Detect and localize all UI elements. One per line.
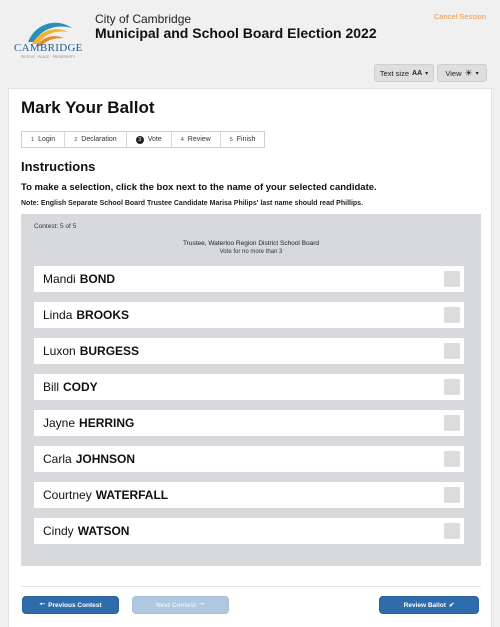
text-size-button[interactable]: Text size AA ▾ [374, 64, 434, 82]
candidate-row[interactable]: Cindy WATSON [34, 518, 464, 544]
view-button[interactable]: View ☀ ▾ [437, 64, 487, 82]
candidate-first-name: Cindy [43, 524, 74, 538]
page-title: Mark Your Ballot [21, 98, 155, 117]
candidate-row[interactable]: Carla JOHNSON [34, 446, 464, 472]
check-icon: ✔ [448, 602, 455, 609]
step-vote: 3 Vote [127, 132, 172, 147]
step-number: 4 [180, 136, 184, 143]
candidate-last-name: JOHNSON [75, 452, 136, 466]
instructions-text: To make a selection, click the box next … [21, 182, 377, 193]
candidate-first-name: Courtney [43, 488, 92, 502]
contest-count: Contest: 5 of 5 [34, 223, 77, 230]
previous-contest-button[interactable]: 🠔 Previous Contest [22, 596, 119, 614]
text-size-label: Text size [379, 68, 410, 78]
view-label: View [445, 68, 462, 78]
candidate-last-name: BOND [79, 272, 116, 286]
arrow-left-icon: 🠔 [39, 600, 46, 608]
step-label: Vote [147, 136, 162, 143]
candidate-row[interactable]: Jayne HERRING [34, 410, 464, 436]
step-number: 1 [31, 136, 35, 143]
next-contest-label: Next Contest [156, 601, 197, 609]
candidate-last-name: BROOKS [76, 308, 130, 322]
candidate-checkbox[interactable] [444, 307, 460, 323]
candidate-first-name: Bill [43, 380, 60, 394]
progress-steps: 1 Login 2 Declaration 3 Vote 4 Review 5 Finis… [21, 131, 266, 148]
candidate-row[interactable]: Bill CODY [34, 374, 464, 400]
candidate-checkbox[interactable] [444, 451, 460, 467]
candidate-note: Note: English Separate School Board Trus… [21, 200, 364, 207]
step-label: Review [187, 136, 211, 143]
candidate-checkbox[interactable] [444, 487, 460, 503]
arrow-right-icon: 🠖 [199, 600, 205, 608]
divider [21, 586, 481, 587]
next-contest-button[interactable]: Next Contest 🠖 [132, 596, 229, 614]
candidate-checkbox[interactable] [444, 343, 460, 359]
step-review: 4 Review [172, 132, 221, 147]
candidate-checkbox[interactable] [444, 271, 460, 287]
candidate-last-name: WATSON [77, 524, 130, 538]
ballot-panel: Mark Your Ballot 1 Login 2 Declaration 3 Vo… [8, 88, 492, 627]
chevron-down-icon: ▾ [425, 70, 429, 77]
step-number: 5 [229, 136, 233, 143]
header: CAMBRIDGE PEOPLE · PLACE · PROSPERITY Ci… [0, 0, 500, 92]
contest-name: Trustee, Waterloo Region District School… [182, 240, 320, 247]
candidate-checkbox[interactable] [444, 523, 460, 539]
candidate-row[interactable]: Courtney WATERFALL [34, 482, 464, 508]
candidate-last-name: CODY [63, 380, 98, 394]
candidate-last-name: HERRING [79, 416, 135, 430]
contrast-icon: ☀ [464, 67, 473, 78]
candidate-checkbox[interactable] [444, 415, 460, 431]
review-ballot-label: Review Ballot [403, 601, 446, 609]
candidate-last-name: WATERFALL [95, 488, 169, 502]
step-finish: 5 Finish [221, 132, 265, 147]
vote-rule: Vote for no more than 3 [219, 249, 283, 255]
instructions-title: Instructions [21, 159, 96, 174]
text-size-icon: AA [412, 69, 423, 77]
contest-box: Contest: 5 of 5 Trustee, Waterloo Region… [21, 214, 481, 566]
cancel-session-link[interactable]: Cancel Session [434, 12, 486, 21]
step-declaration: 2 Declaration [65, 132, 127, 147]
candidate-first-name: Luxon [43, 344, 76, 358]
candidate-last-name: BURGESS [79, 344, 140, 358]
step-login: 1 Login [22, 132, 66, 147]
previous-contest-label: Previous Contest [48, 601, 102, 609]
step-label: Declaration [81, 136, 117, 143]
logo-text: CAMBRIDGE [14, 42, 83, 54]
chevron-down-icon: ▾ [475, 70, 479, 77]
candidate-first-name: Mandi [43, 272, 76, 286]
city-name: City of Cambridge [95, 12, 192, 26]
step-label: Finish [236, 136, 256, 143]
candidate-first-name: Jayne [43, 416, 76, 430]
candidate-first-name: Carla [43, 452, 72, 466]
candidate-row[interactable]: Linda BROOKS [34, 302, 464, 328]
logo-tagline: PEOPLE · PLACE · PROSPERITY [20, 55, 76, 59]
candidate-checkbox[interactable] [444, 379, 460, 395]
candidate-row[interactable]: Luxon BURGESS [34, 338, 464, 364]
step-number: 2 [74, 136, 78, 143]
step-label: Login [38, 136, 56, 143]
candidate-row[interactable]: Mandi BOND [34, 266, 464, 292]
review-ballot-button[interactable]: Review Ballot ✔ [379, 596, 479, 614]
step-number: 3 [135, 135, 144, 144]
candidate-first-name: Linda [43, 308, 73, 322]
election-title: Municipal and School Board Election 2022 [95, 25, 377, 41]
